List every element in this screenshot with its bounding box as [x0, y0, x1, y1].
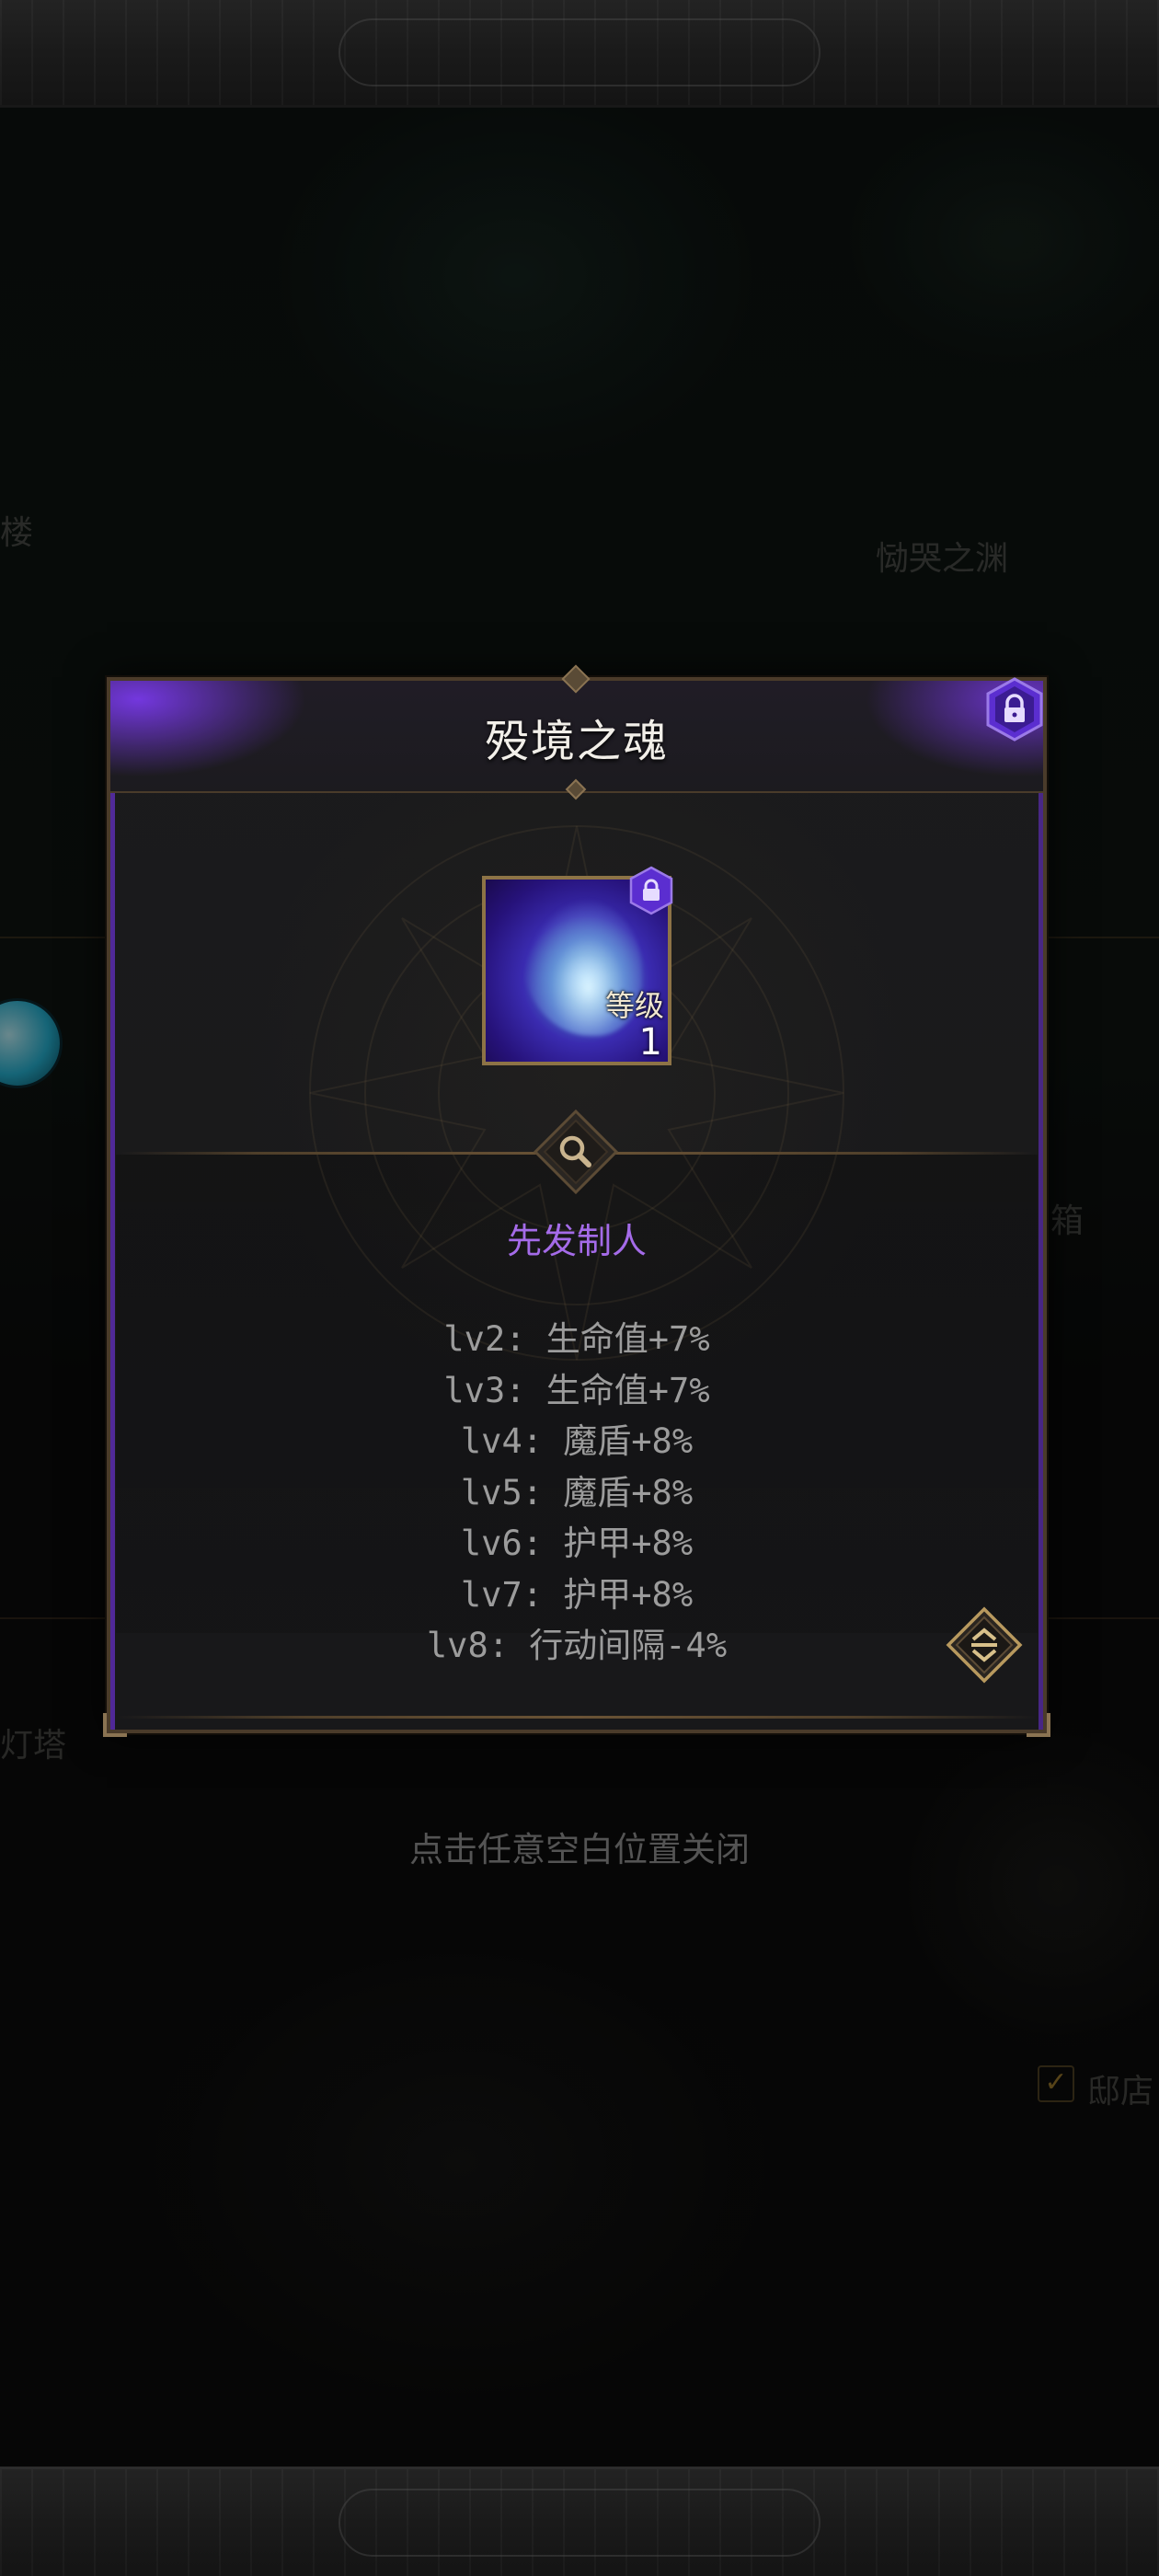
scroll-toggle-icon[interactable]: [946, 1606, 1023, 1684]
level-bonus-item: lv8: 行动间隔-4%: [426, 1626, 728, 1665]
level-bonus-item: lv3: 生命值+7%: [443, 1370, 710, 1410]
corner-ornament: [103, 1713, 127, 1737]
level-bonus-item: lv2: 生命值+7%: [443, 1319, 710, 1359]
close-hint: 点击任意空白位置关闭: [409, 1830, 750, 1869]
dialog-bottom-edge: [116, 1716, 1038, 1719]
level-bonus-list: lv2: 生命值+7% lv3: 生命值+7% lv4: 魔盾+8% lv5: …: [110, 1314, 1043, 1672]
bottom-ornate-bar: [0, 2467, 1159, 2576]
game-screen[interactable]: 楼 恸哭之渊 箱 灯塔 邸店 ✓ 点击任意空白位置关闭 殁境之魂 等级 1 先发…: [0, 0, 1159, 2576]
level-bonus-item: lv4: 魔盾+8%: [460, 1421, 694, 1461]
level-bonus-item: lv6: 护甲+8%: [460, 1524, 694, 1563]
lock-icon[interactable]: [981, 675, 1049, 743]
slot-lock-icon: [629, 866, 673, 915]
item-level-value: 1: [638, 1021, 662, 1064]
item-level-label: 等级: [604, 988, 664, 1023]
dialog-header: 殁境之魂: [110, 681, 1043, 793]
level-bonus-item: lv7: 护甲+8%: [460, 1574, 694, 1615]
dialog-title: 殁境之魂: [484, 716, 669, 767]
top-ornate-bar: [0, 0, 1159, 108]
corner-ornament: [1027, 1713, 1050, 1737]
item-detail-dialog: 殁境之魂 等级 1 先发制人 lv2: 生命值+7% lv3: 生命值+7% l…: [103, 664, 1050, 1737]
magnifier-icon[interactable]: [534, 1110, 618, 1194]
level-bonus-item: lv5: 魔盾+8%: [460, 1472, 694, 1512]
trait-name: 先发制人: [506, 1221, 647, 1261]
